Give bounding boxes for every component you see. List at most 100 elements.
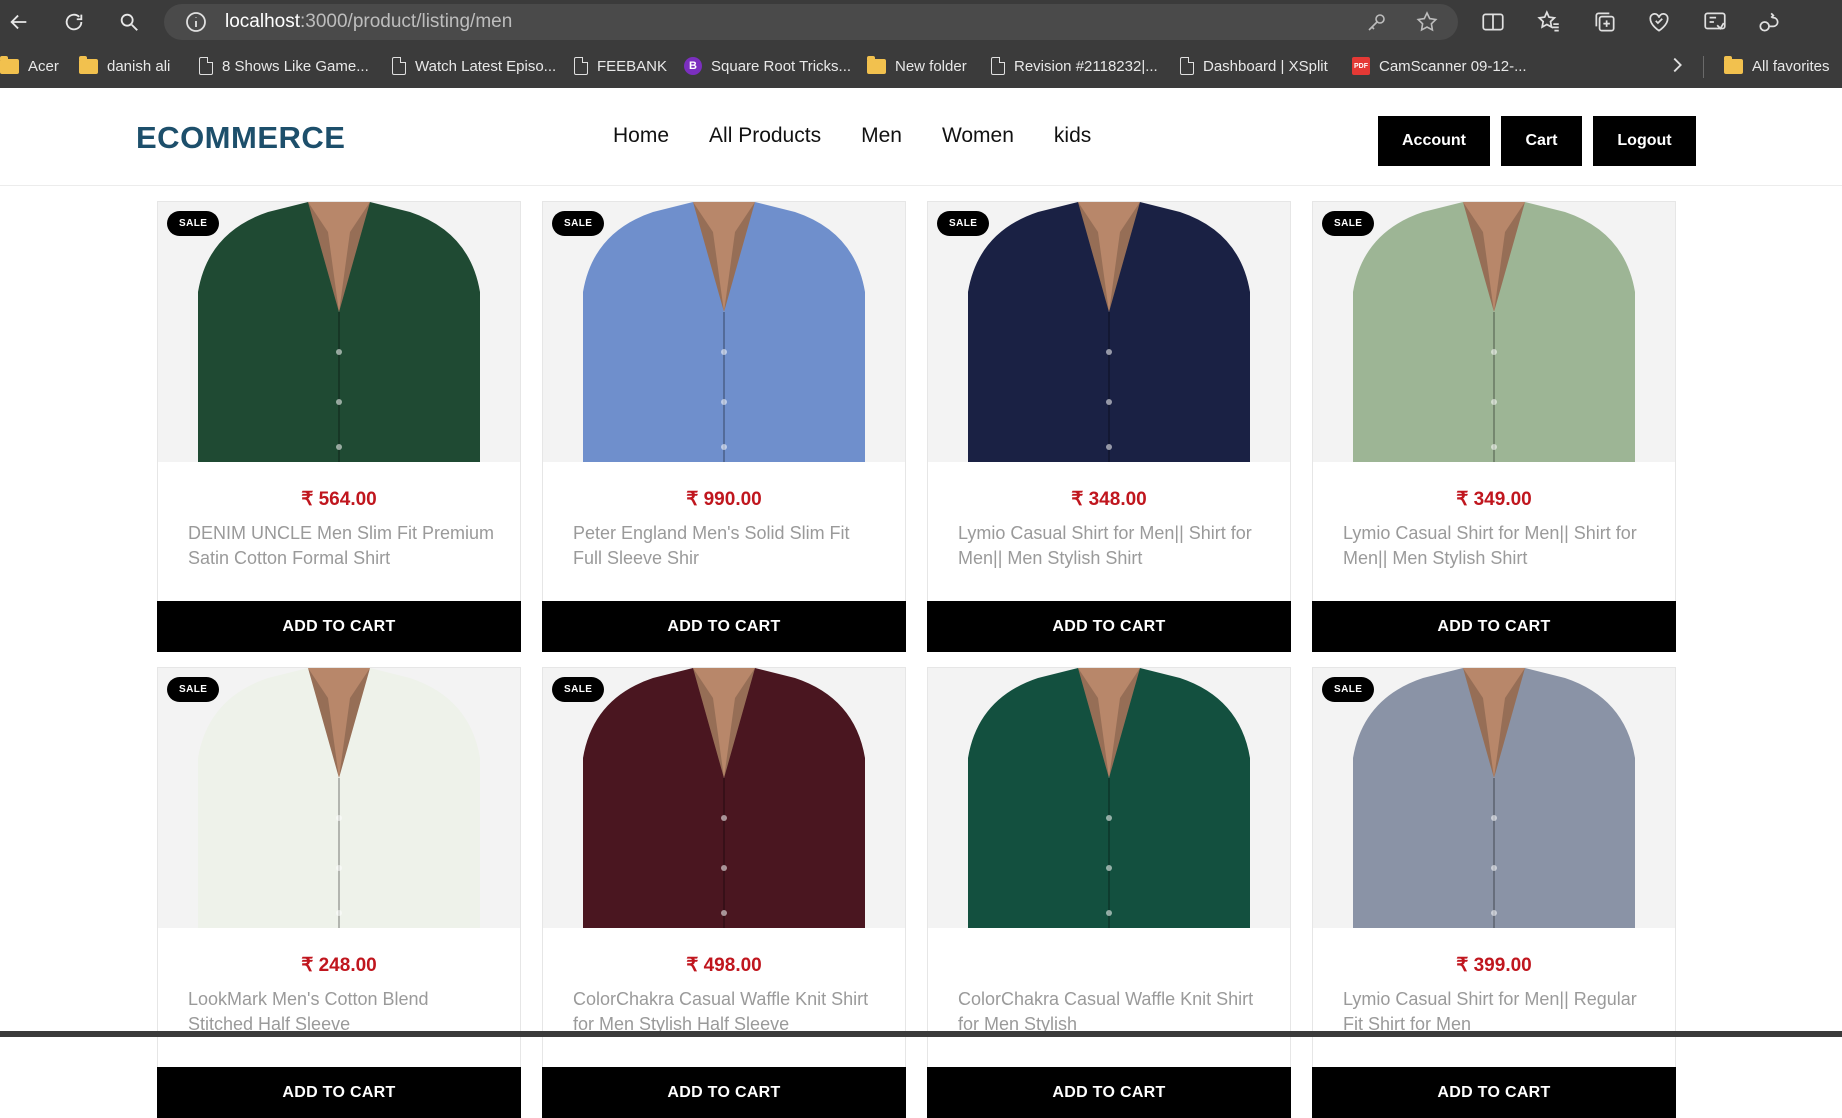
sale-badge: SALE [552,211,605,236]
nav-men[interactable]: Men [861,124,902,148]
browser-essentials-icon[interactable] [1646,9,1672,35]
site-info-icon[interactable] [184,10,208,34]
browser-chrome: localhost:3000/product/listing/men Acer … [0,0,1842,88]
add-to-cart-button[interactable]: ADD TO CART [1312,601,1676,652]
product-image[interactable] [158,668,520,928]
add-to-cart-button[interactable]: ADD TO CART [1312,1067,1676,1118]
shirt-button [721,865,727,871]
extensions-icon[interactable] [1756,9,1782,35]
bookmark-feebank[interactable]: FEEBANK [574,54,667,78]
product-image[interactable] [928,668,1290,928]
bookmark-label: Dashboard | XSplit [1203,57,1328,75]
product-image[interactable] [543,668,905,928]
shirt-image [158,202,520,462]
product-card-4[interactable]: SALE ₹ 349.00 Lymio Casual Shirt for Men… [1312,201,1676,652]
cart-button[interactable]: Cart [1501,116,1582,166]
nav-all-products[interactable]: All Products [709,124,821,148]
nav-home[interactable]: Home [613,124,669,148]
account-button[interactable]: Account [1378,116,1490,166]
shirt-button [336,865,342,871]
search-icon[interactable] [114,7,144,37]
product-card-2[interactable]: SALE ₹ 990.00 Peter England Men's Solid … [542,201,906,652]
product-name[interactable]: Lymio Casual Shirt for Men|| Shirt for M… [1343,521,1653,571]
shirt-image [1313,668,1675,928]
refresh-icon[interactable] [59,7,89,37]
product-card-1[interactable]: SALE ₹ 564.00 DENIM UNCLE Men Slim Fit P… [157,201,521,652]
pdf-icon: PDF [1352,57,1370,75]
bookmarks-bar: Acer danish ali 8 Shows Like Game... Wat… [0,50,1842,82]
product-name[interactable]: ColorChakra Casual Waffle Knit Shirt for… [573,987,883,1037]
add-to-cart-button[interactable]: ADD TO CART [542,1067,906,1118]
product-card-8[interactable]: SALE ₹ 399.00 Lymio Casual Shirt for Men… [1312,667,1676,1118]
shirt-image [928,202,1290,462]
shirt-button [1491,865,1497,871]
shirt-button [721,910,727,916]
star-icon[interactable] [1415,10,1439,34]
shirt-button [336,815,342,821]
product-name[interactable]: Peter England Men's Solid Slim Fit Full … [573,521,883,571]
bookmark-square-root[interactable]: B Square Root Tricks... [684,54,851,78]
url-text[interactable]: localhost:3000/product/listing/men [225,11,512,33]
logout-button[interactable]: Logout [1593,116,1696,166]
add-to-cart-button[interactable]: ADD TO CART [157,601,521,652]
bookmark-revision[interactable]: Revision #2118232|... [991,54,1158,78]
immersive-reader-icon[interactable] [1702,9,1728,35]
favorites-icon[interactable] [1536,9,1562,35]
product-card-7[interactable]: ColorChakra Casual Waffle Knit Shirt for… [927,667,1291,1118]
shirt-button [721,349,727,355]
page-icon [392,57,406,75]
bookmark-watch-latest[interactable]: Watch Latest Episo... [392,54,556,78]
shirt-button [1106,399,1112,405]
product-name[interactable]: Lymio Casual Shirt for Men|| Regular Fit… [1343,987,1653,1037]
chevron-right-icon[interactable] [1666,54,1688,76]
bookmark-new-folder[interactable]: New folder [867,54,967,78]
shirt-button [721,815,727,821]
sale-badge: SALE [1322,677,1375,702]
bookmark-camscanner[interactable]: PDF CamScanner 09-12-... [1352,54,1527,78]
key-icon[interactable] [1365,10,1389,34]
product-name[interactable]: ColorChakra Casual Waffle Knit Shirt for… [958,987,1268,1037]
split-screen-icon[interactable] [1480,9,1506,35]
product-card-6[interactable]: SALE ₹ 498.00 ColorChakra Casual Waffle … [542,667,906,1118]
product-price: ₹ 564.00 [301,489,377,510]
add-to-cart-button[interactable]: ADD TO CART [927,1067,1291,1118]
product-image[interactable] [1313,202,1675,462]
site-logo[interactable]: ECOMMERCE [136,120,345,156]
product-card-3[interactable]: SALE ₹ 348.00 Lymio Casual Shirt for Men… [927,201,1291,652]
product-name[interactable]: DENIM UNCLE Men Slim Fit Premium Satin C… [188,521,498,571]
bookmark-acer[interactable]: Acer [0,54,59,78]
sale-badge: SALE [167,211,220,236]
product-price: ₹ 348.00 [1071,489,1147,510]
bookmark-all-favorites[interactable]: All favorites [1724,54,1830,78]
collections-icon[interactable] [1592,9,1618,35]
folder-icon [79,55,98,74]
product-image[interactable] [1313,668,1675,928]
product-image[interactable] [543,202,905,462]
taskbar-edge [0,1031,1842,1037]
sale-badge: SALE [937,211,990,236]
product-name[interactable]: Lymio Casual Shirt for Men|| Shirt for M… [958,521,1268,571]
product-name[interactable]: LookMark Men's Cotton Blend Stitched Hal… [188,987,498,1037]
product-image[interactable] [158,202,520,462]
product-price: ₹ 990.00 [686,489,762,510]
nav-women[interactable]: Women [942,124,1014,148]
sale-badge: SALE [552,677,605,702]
shirt-button [1106,349,1112,355]
shirt-button [1491,815,1497,821]
bookmark-danish-ali[interactable]: danish ali [79,54,170,78]
product-image[interactable] [928,202,1290,462]
product-card-5[interactable]: SALE ₹ 248.00 LookMark Men's Cotton Blen… [157,667,521,1118]
shirt-button [1106,865,1112,871]
add-to-cart-button[interactable]: ADD TO CART [542,601,906,652]
address-row: localhost:3000/product/listing/men [0,0,1842,44]
main-nav: Home All Products Men Women kids [613,124,1091,148]
bookmark-dashboard-xsplit[interactable]: Dashboard | XSplit [1180,54,1328,78]
shirt-button [1106,910,1112,916]
shirt-button [1106,444,1112,450]
back-icon[interactable] [4,7,34,37]
nav-kids[interactable]: kids [1054,124,1091,148]
bookmark-8-shows[interactable]: 8 Shows Like Game... [199,54,369,78]
bookmark-label: Square Root Tricks... [711,57,852,75]
add-to-cart-button[interactable]: ADD TO CART [157,1067,521,1118]
add-to-cart-button[interactable]: ADD TO CART [927,601,1291,652]
